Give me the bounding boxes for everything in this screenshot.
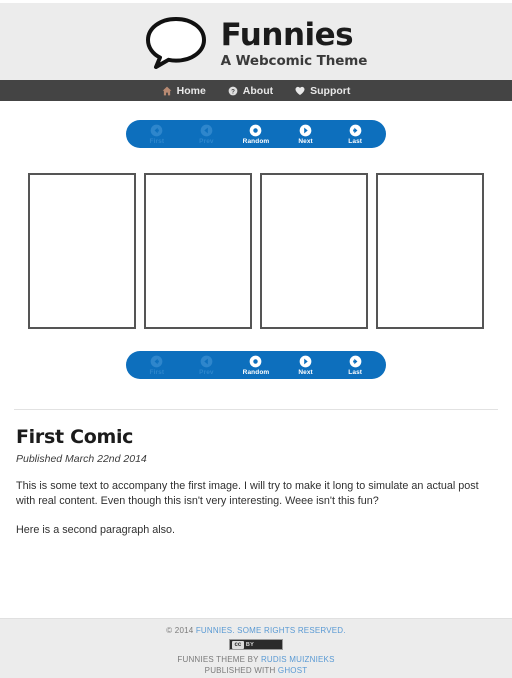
heart-icon [295,86,305,95]
arrow-right-circle-icon [349,355,362,367]
comic-nav-last-top-label: Last [348,137,363,145]
footer-copyright-prefix: © 2014 [166,626,196,635]
arrow-right-circle-icon [349,124,362,136]
comic-nav-prev-bottom-label: Prev [199,368,214,376]
comic-nav-first-top-label: First [149,137,165,145]
comic-nav-last-bottom-label: Last [348,368,363,376]
brand[interactable]: Funnies A Webcomic Theme [145,16,368,70]
comic-nav-first-bottom[interactable]: First [134,355,180,376]
comic-nav-next-top[interactable]: Next [283,124,329,145]
speech-bubble-icon [145,17,206,69]
comic-nav-top: First Prev Random Next Last [126,120,386,148]
nav-item-support[interactable]: Support [295,85,350,97]
arrow-left-circle-icon [150,355,163,367]
post-meta: Published March 22nd 2014 [16,453,147,465]
arrow-left-circle-icon [150,124,163,136]
footer-theme-prefix: FUNNIES THEME BY [177,655,261,664]
comic-nav-random-bottom-label: Random [242,368,270,376]
site-title: Funnies [220,16,354,53]
comic-panel-2[interactable] [144,173,252,329]
nav-item-support-label: Support [310,84,351,97]
post-article: First Comic Published March 22nd 2014 Th… [0,410,512,538]
site-footer: © 2014 FUNNIES. SOME RIGHTS RESERVED. cc… [0,618,512,678]
home-icon [162,86,171,95]
nav-item-about[interactable]: ? About [228,85,273,97]
comic-nav-random-top[interactable]: Random [233,124,279,145]
comic-nav-prev-top-label: Prev [199,137,214,145]
comic-panel-1[interactable] [28,173,136,329]
comic-nav-first-top[interactable]: First [134,124,180,145]
svg-text:?: ? [231,88,235,95]
comic-nav-random-top-label: Random [242,137,270,145]
nav-item-home[interactable]: Home [162,85,206,97]
comic-nav-bottom-wrap: First Prev Random Next Last [0,329,512,379]
site-header: Funnies A Webcomic Theme [0,0,512,80]
cc-mark-icon: cc [231,640,244,649]
post-paragraph-2: Here is a second paragraph also. [16,524,176,536]
footer-published-link[interactable]: GHOST [278,666,307,675]
post-paragraph-1: This is some text to accompany the first… [16,480,479,507]
comic-nav-prev-top[interactable]: Prev [183,124,229,145]
comic-nav-last-bottom[interactable]: Last [332,355,378,376]
comic-strip [0,148,512,329]
comic-nav-prev-bottom[interactable]: Prev [183,355,229,376]
comic-nav-first-bottom-label: First [149,368,165,376]
footer-copyright-link[interactable]: FUNNIES. SOME RIGHTS RESERVED. [196,626,346,635]
comic-nav-bottom: First Prev Random Next Last [126,351,386,379]
chevron-left-circle-icon [200,355,213,367]
comic-nav-next-top-label: Next [298,137,313,145]
chevron-right-circle-icon [299,355,312,367]
footer-theme-link[interactable]: RUDIS MUIZNIEKS [261,655,335,664]
comic-nav-last-top[interactable]: Last [332,124,378,145]
comic-nav-top-wrap: First Prev Random Next Last [0,101,512,148]
cc-by-label: BY [245,641,255,648]
post-title[interactable]: First Comic [16,426,496,448]
dot-circle-icon [250,124,262,136]
nav-item-home-label: Home [176,84,206,97]
footer-published-prefix: PUBLISHED WITH [204,666,278,675]
post-body: This is some text to accompany the first… [16,479,496,538]
comic-nav-next-bottom[interactable]: Next [283,355,329,376]
footer-published-with: PUBLISHED WITH GHOST [0,665,512,676]
footer-theme-credit: FUNNIES THEME BY RUDIS MUIZNIEKS [0,654,512,665]
comic-nav-random-bottom[interactable]: Random [233,355,279,376]
site-tagline: A Webcomic Theme [220,52,368,69]
dot-circle-icon [250,355,262,367]
comic-panel-4[interactable] [376,173,484,329]
footer-copyright: © 2014 FUNNIES. SOME RIGHTS RESERVED. [0,625,512,636]
question-circle-icon: ? [228,86,238,95]
nav-item-about-label: About [242,84,274,97]
chevron-right-circle-icon [299,124,312,136]
main-navigation: Home ? About Support [0,80,512,101]
comic-nav-next-bottom-label: Next [298,368,313,376]
comic-panel-3[interactable] [260,173,368,329]
chevron-left-circle-icon [200,124,213,136]
creative-commons-badge[interactable]: cc BY [228,639,284,651]
